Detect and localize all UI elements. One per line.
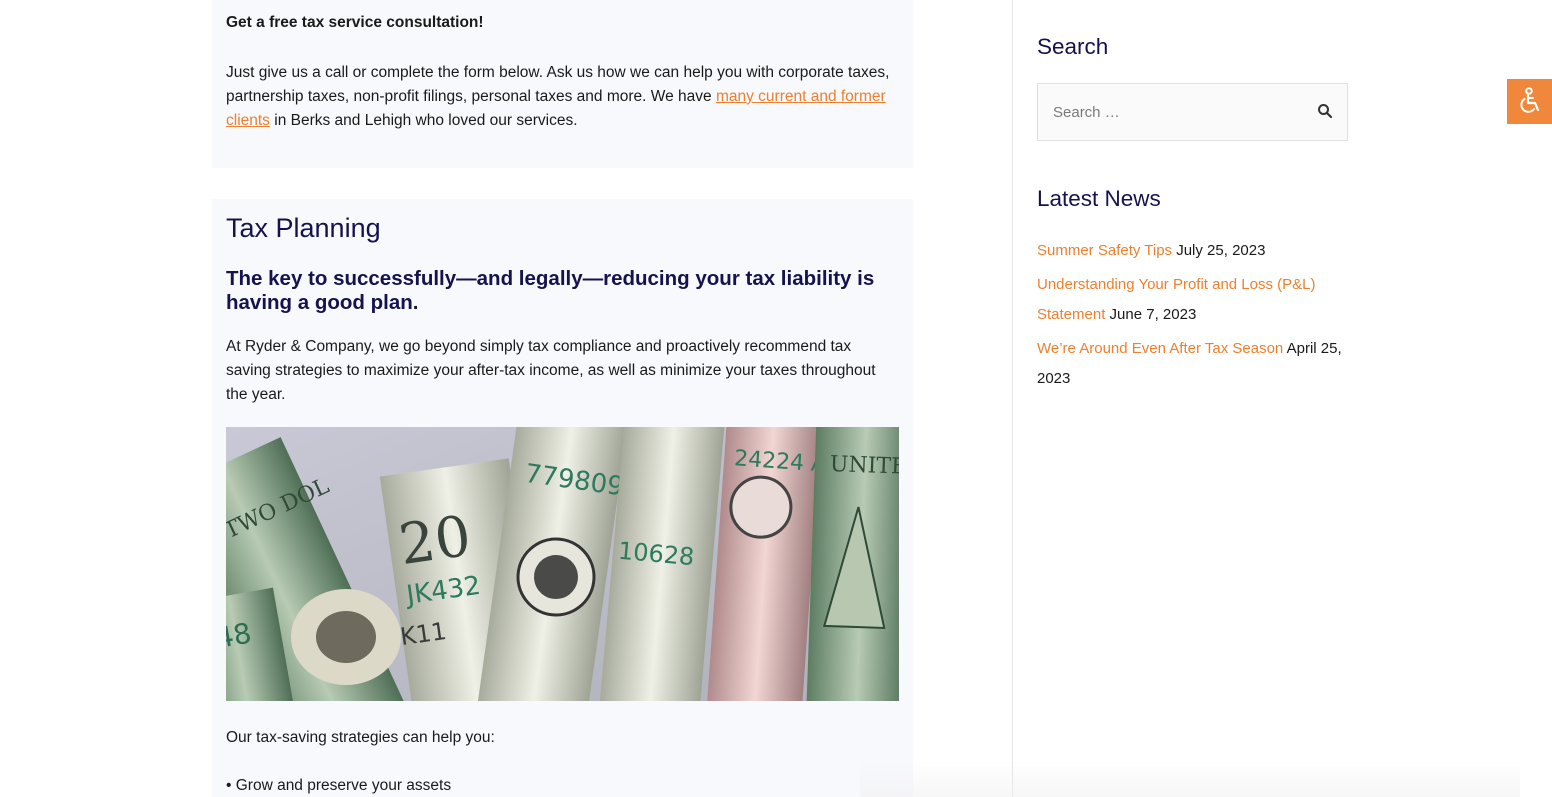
rolled-dollar-bills-photo: TWO DOL 48 20 JK432 K11 779809 10628 242… (226, 427, 899, 701)
news-item: Understanding Your Profit and Loss (P&L)… (1037, 270, 1349, 330)
news-link[interactable]: We’re Around Even After Tax Season (1037, 340, 1283, 357)
accessibility-button[interactable] (1507, 79, 1552, 124)
accessibility-icon (1520, 87, 1540, 113)
page: Get a free tax service consultation! Jus… (0, 0, 1552, 797)
strategies-intro: Our tax-saving strategies can help you: (226, 729, 495, 746)
strategy-item: • Grow and preserve your assets (226, 777, 452, 794)
column-divider (1012, 0, 1013, 797)
section-title: Tax Planning (226, 213, 381, 243)
bottom-shadow (860, 760, 1520, 797)
news-date: July 25, 2023 (1176, 242, 1266, 259)
search-widget-title: Search (1037, 34, 1109, 59)
latest-news-list: Summer Safety Tips July 25, 2023 Underst… (1037, 236, 1349, 398)
tax-planning-card: Tax Planning The key to successfully—and… (212, 199, 913, 797)
search-input[interactable] (1038, 84, 1308, 140)
strategies-block: Our tax-saving strategies can help you: … (226, 726, 899, 797)
news-item: Summer Safety Tips July 25, 2023 (1037, 236, 1349, 266)
search-form (1037, 83, 1348, 141)
consultation-card: Get a free tax service consultation! Jus… (212, 0, 913, 168)
news-date: June 7, 2023 (1109, 306, 1197, 323)
consultation-heading: Get a free tax service consultation! (226, 14, 484, 31)
search-icon[interactable] (1317, 103, 1335, 121)
section-body: At Ryder & Company, we go beyond simply … (226, 338, 876, 403)
svg-text:20: 20 (395, 504, 475, 578)
news-link[interactable]: Summer Safety Tips (1037, 242, 1172, 259)
section-subtitle: The key to successfully—and legally—redu… (226, 267, 875, 314)
latest-news-title: Latest News (1037, 186, 1161, 211)
svg-text:UNITE: UNITE (829, 452, 899, 480)
consultation-text: Just give us a call or complete the form… (226, 61, 899, 133)
consultation-text-part-2: in Berks and Lehigh who loved our servic… (269, 112, 578, 129)
news-item: We’re Around Even After Tax Season April… (1037, 334, 1349, 394)
